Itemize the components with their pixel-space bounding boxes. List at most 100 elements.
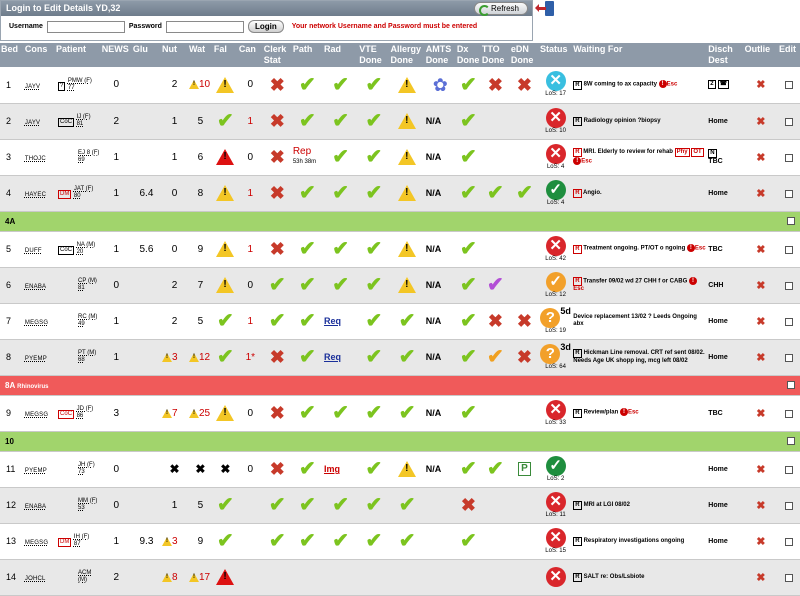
status-tick-icon[interactable]: ✓ (545, 455, 566, 476)
col-bed[interactable]: Bed (0, 43, 24, 67)
col-status[interactable]: Status (539, 43, 573, 67)
col-disch[interactable]: Disch Dest (707, 43, 744, 67)
patient-name[interactable]: MM (F) (78, 498, 97, 504)
consultant[interactable]: MEGSG (25, 320, 48, 326)
patient-name[interactable]: ACM (M) (78, 570, 91, 583)
status-cross-icon[interactable]: ✕ (545, 399, 566, 420)
remove-icon[interactable]: ✖ (756, 316, 765, 328)
remove-icon[interactable]: ✖ (756, 79, 765, 91)
col-dx[interactable]: Dx Done (455, 43, 481, 67)
username-field[interactable] (46, 20, 125, 33)
status-tick-icon[interactable]: ✓ (545, 271, 566, 292)
remove-icon[interactable]: ✖ (756, 280, 765, 292)
table-row[interactable]: 11 PYEMP JH (F)73 0 ✖ ✖ ✖ 0 ✖ ✔ Img ✔ N/… (0, 451, 800, 488)
rad-request-link[interactable]: Req (324, 316, 341, 326)
table-row[interactable]: 2 JAYV CoC IJ (F)81 2 1 5 ✔ 1 ✖ ✔ ✔ ✔ N/… (0, 103, 800, 140)
col-outlie[interactable]: Outlie (743, 43, 778, 67)
patient-name[interactable]: JH (F) (78, 462, 95, 468)
patient-name[interactable]: CP (M) (78, 278, 97, 284)
edit-checkbox[interactable] (784, 409, 793, 418)
login-button[interactable]: Login (247, 20, 284, 33)
patient-name[interactable]: PMW (F) (68, 78, 92, 84)
edit-checkbox[interactable] (784, 81, 793, 90)
consultant[interactable]: DUFF (25, 248, 42, 254)
patient-name[interactable]: EJ 8 (F) (78, 150, 99, 156)
patient-name[interactable]: PT (M) (78, 350, 96, 356)
edit-checkbox[interactable] (784, 465, 793, 474)
table-row[interactable]: 7 MEGSG RC (M) 49 1 2 5 ✔ 1 ✔ ✔ Req ✔ ✔ N… (0, 303, 800, 340)
edit-checkbox[interactable] (784, 317, 793, 326)
status-question-icon[interactable]: ? (540, 307, 561, 328)
edit-checkbox[interactable] (784, 189, 793, 198)
consultant[interactable]: PYEMP (25, 468, 47, 474)
patient-name[interactable]: NA (M) (77, 242, 96, 248)
col-nut[interactable]: Nut (160, 43, 188, 67)
remove-icon[interactable]: ✖ (756, 500, 765, 512)
consultant[interactable]: ENABA (25, 284, 46, 290)
status-question-icon[interactable]: ? (540, 343, 561, 364)
col-amts[interactable]: AMTS Done (424, 43, 456, 67)
table-row[interactable]: 8 PYEMP PT (M)68 1 3 12 ✔ 1* ✖ ✔ Req ✔ ✔… (0, 339, 800, 376)
remove-icon[interactable]: ✖ (756, 244, 765, 256)
table-row[interactable]: 9 MEGSG CoC JD (F)86 3 7 25 0 ✖ ✔ ✔ ✔ ✔ … (0, 395, 800, 432)
consultant[interactable]: ENABA (25, 504, 46, 510)
consultant[interactable]: MEGSG (25, 412, 48, 418)
col-edn[interactable]: eDN Done (509, 43, 539, 67)
col-waiting[interactable]: Waiting For (572, 43, 708, 67)
col-can[interactable]: Can (237, 43, 263, 67)
patient-name[interactable]: JAT (F) (74, 186, 93, 192)
consultant[interactable]: MEGSG (25, 540, 48, 546)
table-row[interactable]: 13 MEGSG DM IH (F)87 1 9.3 3 9 ✔ ✔ ✔ ✔ ✔… (0, 523, 800, 560)
col-allergy[interactable]: Allergy Done (389, 43, 425, 67)
table-row[interactable]: 4 HAYEC DM JAT (F)80 1 6.4 0 8 1 ✖ ✔ ✔ ✔… (0, 175, 800, 212)
refresh-button[interactable]: Refresh (473, 2, 528, 16)
consultant[interactable]: JOHCL (25, 576, 46, 582)
patient-name[interactable]: RC (M) (78, 314, 97, 320)
edn-pending-badge[interactable]: P (518, 462, 531, 476)
remove-icon[interactable]: ✖ (756, 572, 765, 584)
col-tto[interactable]: TTO Done (480, 43, 510, 67)
consultant[interactable]: THOJC (25, 156, 46, 162)
edit-checkbox[interactable] (784, 117, 793, 126)
col-clerk[interactable]: Clerk Stat (262, 43, 292, 67)
status-cross-icon[interactable]: ✕ (545, 143, 566, 164)
remove-icon[interactable]: ✖ (756, 116, 765, 128)
col-news[interactable]: NEWS (100, 43, 132, 67)
table-row[interactable]: 1 JAYV ? PMW (F)77 0 2 10 0 ✖ ✔ ✔ ✔ ✿ ✔ … (0, 67, 800, 104)
section-checkbox[interactable] (786, 381, 795, 390)
table-row[interactable]: 14 JOHCL ACM (M) 2 8 17 ✕ RSALT re: Obs/… (0, 559, 800, 596)
remove-icon[interactable]: ✖ (756, 408, 765, 420)
col-fal[interactable]: Fal (212, 43, 238, 67)
col-glu[interactable]: Glu (131, 43, 161, 67)
status-cross-icon[interactable]: ✕ (545, 107, 566, 128)
patient-name[interactable]: IH (F) (74, 534, 89, 540)
edit-checkbox[interactable] (784, 537, 793, 546)
col-vte[interactable]: VTE Done (358, 43, 390, 67)
status-tick-icon[interactable]: ✓ (545, 179, 566, 200)
remove-icon[interactable]: ✖ (756, 352, 765, 364)
section-checkbox[interactable] (786, 217, 795, 226)
consultant[interactable]: JAYV (25, 120, 40, 126)
status-cross-icon[interactable]: ✕ (545, 235, 566, 256)
edit-checkbox[interactable] (784, 245, 793, 254)
table-row[interactable]: 12 ENABA MM (F) 53 0 1 5 ✔ ✔ ✔ ✔ ✔ ✔ ✖ ✕ L… (0, 487, 800, 524)
status-cross-icon[interactable]: ✕ (545, 491, 566, 512)
patient-name[interactable]: IJ (F) (77, 114, 91, 120)
col-path[interactable]: Path (291, 43, 323, 67)
table-row[interactable]: 5 DUFF CoC NA (M)20 1 5.6 0 9 1 ✖ ✔ ✔ ✔ … (0, 231, 800, 268)
path-status[interactable]: Rep (293, 146, 311, 157)
edit-checkbox[interactable] (784, 281, 793, 290)
edit-checkbox[interactable] (784, 501, 793, 510)
section-checkbox[interactable] (786, 437, 795, 446)
remove-icon[interactable]: ✖ (756, 536, 765, 548)
password-field[interactable] (165, 20, 244, 33)
col-edit[interactable]: Edit (777, 43, 800, 67)
consultant[interactable]: HAYEC (25, 192, 46, 198)
consultant[interactable]: PYEMP (25, 356, 47, 362)
patient-name[interactable]: JD (F) (77, 406, 94, 412)
status-cross-icon[interactable]: ✕ (545, 71, 566, 92)
status-cross-icon[interactable]: ✕ (545, 567, 566, 587)
col-patient[interactable]: Patient (55, 43, 101, 67)
rad-request-link[interactable]: Req (324, 352, 341, 362)
remove-icon[interactable]: ✖ (756, 188, 765, 200)
